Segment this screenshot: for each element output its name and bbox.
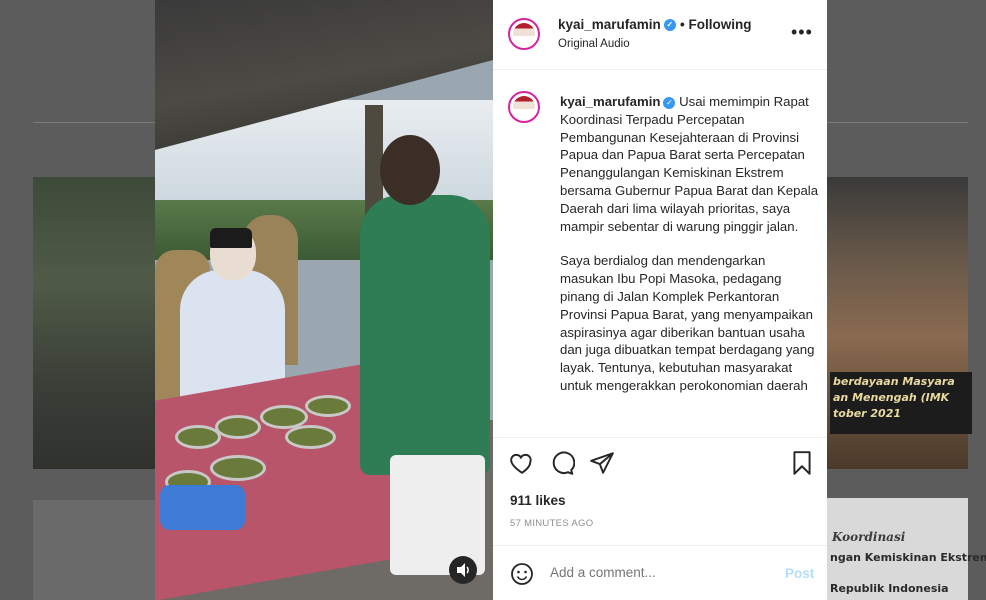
post-header: kyai_marufamin ✓ • Following Original Aud… [493,0,827,70]
section-divider [493,545,827,546]
video-person [360,195,490,475]
avatar-image [513,96,535,118]
background-text: ngan Kemiskinan Ekstrem [830,551,986,564]
username-text: kyai_marufamin [558,17,661,32]
video-bag [160,485,245,530]
like-icon[interactable] [509,450,535,476]
avatar[interactable] [508,18,540,50]
caption-text: Usai memimpin Rapat Koordinasi Terpadu P… [560,94,818,234]
video-person-head [380,135,440,205]
post-details-panel: kyai_marufamin ✓ • Following Original Aud… [493,0,827,600]
caption-scroll-area[interactable]: kyai_marufamin ✓ Usai memimpin Rapat Koor… [508,85,818,435]
verified-badge-icon: ✓ [663,19,676,32]
post-video[interactable] [155,0,493,600]
caption-username[interactable]: kyai_marufamin [560,94,660,109]
video-plate [175,425,221,449]
banner-line: berdayaan Masyara [833,375,955,388]
more-options-icon[interactable]: ••• [791,22,813,43]
background-banner: berdayaan Masyara an Menengah (IMK tober… [830,372,972,434]
following-label: Following [688,17,752,32]
verified-badge-icon: ✓ [663,96,676,109]
video-plate [210,455,266,481]
audio-label[interactable]: Original Audio [558,38,630,50]
likes-count[interactable]: 911 likes [510,493,566,508]
emoji-icon[interactable] [510,562,534,586]
banner-line: an Menengah (IMK [833,391,950,404]
share-icon[interactable] [589,450,615,476]
username-link[interactable]: kyai_marufamin ✓ [558,17,676,32]
avatar[interactable] [508,91,540,123]
avatar-image [513,23,535,45]
background-text: Koordinasi [832,530,906,544]
following-button[interactable]: • Following [680,17,751,32]
video-plate [215,415,261,439]
caption-paragraph: Saya berdialog dan mendengarkan masukan … [560,252,818,394]
sound-toggle-button[interactable] [449,556,477,584]
caption: kyai_marufamin ✓ Usai memimpin Rapat Koor… [560,93,818,412]
caption-paragraph: kyai_marufamin ✓ Usai memimpin Rapat Koor… [560,93,818,235]
post-timestamp[interactable]: 57 MINUTES AGO [510,518,593,529]
background-post-left-bottom[interactable] [33,500,155,600]
save-icon[interactable] [789,450,815,476]
background-text: Republik Indonesia [830,582,949,595]
video-plate [285,425,336,449]
comment-input[interactable] [550,565,760,580]
speaker-icon [457,563,469,577]
banner-line: tober 2021 [833,407,902,420]
comment-icon[interactable] [549,450,575,476]
section-divider [493,437,827,438]
video-plate [305,395,351,417]
video-person-cap [210,228,252,248]
background-post-left[interactable] [33,177,155,469]
caption-text: Saya berdialog dan mendengarkan masukan … [560,253,815,393]
post-comment-button[interactable]: Post [785,566,814,581]
